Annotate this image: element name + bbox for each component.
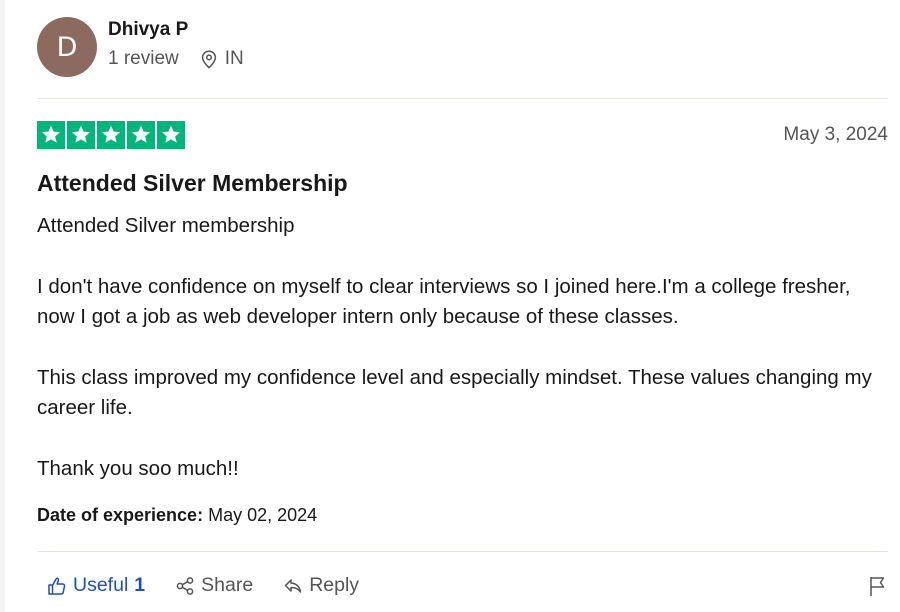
review-paragraph: Thank you soo much!! — [37, 456, 239, 480]
review-title[interactable]: Attended Silver Membership — [37, 170, 348, 197]
flag-icon — [870, 577, 885, 596]
reviewer-location: IN — [201, 48, 244, 70]
review-paragraph: This class improved my confidence level … — [37, 365, 872, 420]
star-icon — [127, 121, 155, 149]
share-button[interactable]: Share — [175, 574, 253, 597]
star-rating — [37, 121, 185, 149]
review-card: D Dhivya P 1 review IN May 3, 2024 Atten… — [0, 0, 900, 612]
reply-icon — [284, 578, 302, 593]
thumbs-up-icon — [48, 577, 66, 595]
avatar[interactable]: D — [37, 17, 97, 77]
country-code: IN — [224, 48, 244, 69]
experience-date: May 02, 2024 — [208, 505, 318, 525]
star-icon — [157, 121, 185, 149]
report-button[interactable] — [868, 575, 888, 602]
actions-divider — [37, 551, 888, 552]
experience-label: Date of experience: — [37, 505, 204, 525]
review-paragraph: Attended Silver membership — [37, 214, 295, 237]
share-icon — [176, 576, 194, 595]
review-date: May 3, 2024 — [783, 124, 888, 145]
useful-count: 1 — [134, 574, 146, 596]
review-actions: Useful 1 Share Reply — [47, 574, 389, 597]
useful-button[interactable]: Useful 1 — [47, 574, 145, 597]
reviewer-name[interactable]: Dhivya P — [108, 18, 244, 42]
reply-button[interactable]: Reply — [283, 574, 359, 597]
reviewer-meta: 1 review IN — [108, 48, 244, 70]
header-divider — [37, 98, 888, 99]
reply-label: Reply — [309, 574, 360, 596]
share-label: Share — [201, 574, 254, 596]
map-pin-icon — [201, 49, 216, 69]
reviewer-header: D Dhivya P 1 review IN — [37, 17, 244, 77]
star-icon — [97, 121, 125, 149]
review-count: 1 review — [108, 48, 179, 69]
review-body: Attended Silver membership I don't have … — [37, 211, 877, 484]
date-of-experience: Date of experience: May 02, 2024 — [37, 505, 317, 526]
star-icon — [37, 121, 65, 149]
reviewer-info: Dhivya P 1 review IN — [108, 19, 244, 70]
star-icon — [67, 121, 95, 149]
useful-label: Useful — [73, 574, 129, 596]
review-paragraph: I don't have confidence on myself to cle… — [37, 274, 851, 329]
avatar-initial: D — [56, 31, 78, 63]
left-edge-strip — [0, 0, 5, 612]
